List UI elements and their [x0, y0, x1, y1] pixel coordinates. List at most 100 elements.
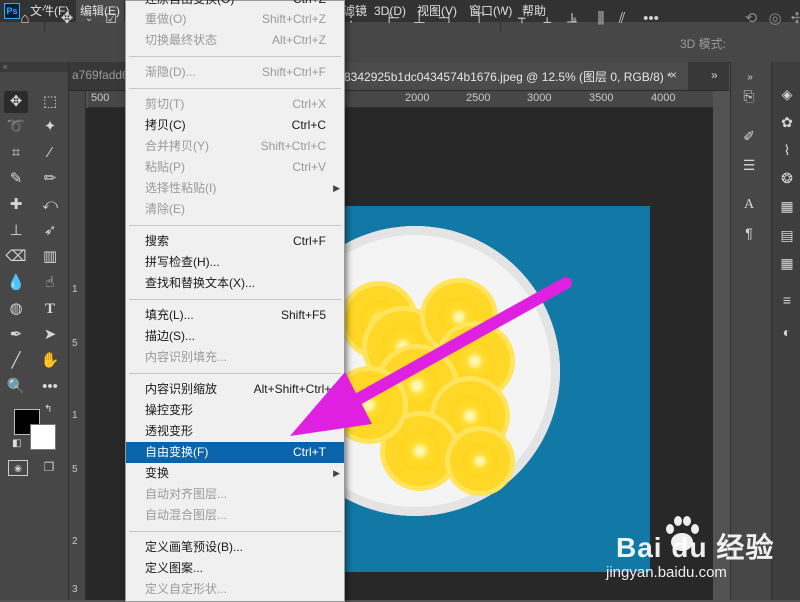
blur-tool-icon[interactable]: 💧 [4, 272, 28, 294]
panel-expand-icon[interactable]: » [739, 68, 761, 88]
paths-panel-icon[interactable]: ⌇ [776, 140, 798, 160]
more-options-icon[interactable]: ••• [640, 8, 662, 30]
checkbox-icon[interactable]: ☑ [100, 8, 122, 30]
menu-item-perspective-warp[interactable]: 透视变形 [126, 421, 344, 442]
lasso-tool-icon[interactable]: ➰ [4, 116, 28, 138]
healing-brush-tool-icon[interactable]: ✚ [4, 194, 28, 216]
menu-item-paste[interactable]: 粘贴(P) Ctrl+V [126, 157, 344, 178]
eyedropper-tool-icon[interactable]: ⁄ [38, 142, 62, 164]
tab-overflow-icon[interactable]: » [711, 68, 718, 82]
menu-separator [129, 373, 341, 374]
tab-close-icon[interactable]: × [670, 68, 677, 82]
menu-item-fill[interactable]: 填充(L)... Shift+F5 [126, 305, 344, 326]
line-tool-icon[interactable]: ╱ [4, 350, 28, 372]
align-top-icon[interactable]: ⊤ [468, 8, 490, 30]
history-brush-tool-icon[interactable]: ⤺ [38, 194, 62, 216]
color-panel-icon[interactable]: ❂ [776, 168, 798, 188]
move-tool-icon[interactable]: ✥ [4, 91, 28, 113]
move-tool-icon[interactable]: ✥ [56, 8, 78, 30]
patterns-panel-icon[interactable]: ▤ [776, 225, 798, 245]
menu-item-copy[interactable]: 拷贝(C) Ctrl+C [126, 115, 344, 136]
menu-item-define-custom-shape[interactable]: 定义自定形状... [126, 579, 344, 600]
menu-separator [129, 531, 341, 532]
ruler-tick-label: 3000 [527, 92, 552, 104]
smudge-tool-icon[interactable]: ☝ [38, 272, 62, 294]
hand-tool-icon[interactable]: ✋ [38, 350, 62, 372]
adjustment-layer-icon[interactable]: ◐ [776, 322, 798, 342]
3d-mode-label: 3D 模式: [680, 37, 727, 51]
menu-separator [129, 56, 341, 57]
swatches-panel-icon[interactable]: ▦ [776, 196, 798, 216]
adjustments-panel-icon[interactable]: ☰ [738, 155, 760, 175]
menu-item-cut[interactable]: 剪切(T) Ctrl+X [126, 94, 344, 115]
menu-item-find-replace-text[interactable]: 查找和替换文本(X)... [126, 273, 344, 294]
distribute-center-icon[interactable]: ⫠ [536, 8, 558, 30]
type-tool-icon[interactable]: T [38, 298, 62, 320]
tools-panel-collapse-icon[interactable]: « [0, 62, 68, 72]
pen-tool-icon[interactable]: ✒ [4, 324, 28, 346]
3d-roll-icon[interactable]: ◎ [764, 8, 786, 30]
menu-item-free-transform[interactable]: 自由变换(F) Ctrl+T [126, 442, 344, 463]
menu-item-clear[interactable]: 清除(E) [126, 199, 344, 220]
gradient-tool-icon[interactable]: ▥ [38, 246, 62, 268]
paragraph-panel-icon[interactable]: ¶ [738, 223, 760, 243]
menu-item-define-brush-preset[interactable]: 定义画笔预设(B)... [126, 537, 344, 558]
menu-item-auto-align-layers[interactable]: 自动对齐图层... [126, 484, 344, 505]
menu-item-check-spelling[interactable]: 拼写检查(H)... [126, 252, 344, 273]
history-panel-icon[interactable]: ⎘ [738, 86, 760, 106]
distribute-right-icon[interactable]: ⫽ [611, 8, 633, 30]
watermark-brand: Bai du 经验 [616, 532, 775, 563]
marquee-tool-icon[interactable]: ⬚ [38, 91, 62, 113]
more-tools-icon[interactable]: ••• [38, 376, 62, 398]
menu-item-puppet-warp[interactable]: 操控变形 [126, 400, 344, 421]
ruler-tick-label: 500 [91, 92, 110, 104]
swap-colors-icon[interactable]: ↰ [44, 404, 52, 415]
menu-item-toggle-last-state[interactable]: 切换最终状态 Alt+Ctrl+Z [126, 30, 344, 51]
3d-orbit-icon[interactable]: ⟲ [740, 8, 762, 30]
crop-tool-icon[interactable]: ⌗ [4, 142, 28, 164]
menu-item-define-pattern[interactable]: 定义图案... [126, 558, 344, 579]
align-left-icon[interactable]: ⊢ [383, 8, 405, 30]
zoom-tool-icon[interactable]: 🔍 [4, 376, 28, 398]
menu-item-paste-special[interactable]: 选择性粘贴(I) ▶ [126, 178, 344, 199]
ruler-tick-label: 2500 [466, 92, 491, 104]
magic-wand-tool-icon[interactable]: ✦ [38, 116, 62, 138]
path-selection-tool-icon[interactable]: ➤ [38, 324, 62, 346]
distribute-left-icon[interactable]: ⫼ [590, 8, 612, 30]
menu-item-fade[interactable]: 渐隐(D)... Shift+Ctrl+F [126, 62, 344, 83]
menu-item-content-aware-fill[interactable]: 内容识别填充... [126, 347, 344, 368]
art-history-brush-tool-icon[interactable]: ➶ [38, 220, 62, 242]
distribute-bottom-icon[interactable]: ⫡ [561, 8, 583, 30]
align-center-h-icon[interactable]: ⊥ [408, 8, 430, 30]
default-colors-icon[interactable]: ◧ [12, 438, 21, 449]
background-color-swatch[interactable] [30, 424, 56, 450]
home-icon[interactable]: ⌂ [14, 8, 36, 30]
menu-item-content-aware-scale[interactable]: 内容识别缩放 Alt+Shift+Ctrl+C [126, 379, 344, 400]
channels-panel-icon[interactable]: ✿ [776, 112, 798, 132]
menu-item-search[interactable]: 搜索 Ctrl+F [126, 231, 344, 252]
chevron-down-icon[interactable]: ⌄ [78, 8, 100, 30]
brush-tool-icon[interactable]: ✎ [4, 168, 28, 190]
menu-item-redo[interactable]: 重做(O) Shift+Ctrl+Z [126, 9, 344, 30]
screen-mode-icon[interactable]: ❐ [40, 460, 58, 474]
eraser-tool-icon[interactable]: ⌫ [4, 246, 28, 268]
pencil-tool-icon[interactable]: ✏ [38, 168, 62, 190]
menu-item-copy-merged[interactable]: 合并拷贝(Y) Shift+Ctrl+C [126, 136, 344, 157]
grid-panel-icon[interactable]: ▦ [776, 253, 798, 273]
ruler-tick-label: 3 [72, 584, 78, 595]
3d-pan-icon[interactable]: ✣ [786, 8, 800, 30]
sponge-tool-icon[interactable]: ◍ [4, 298, 28, 320]
menu-item-auto-blend-layers[interactable]: 自动混合图层... [126, 505, 344, 526]
align-right-icon[interactable]: ⊣ [433, 8, 455, 30]
menu-item-transform[interactable]: 变换 ▶ [126, 463, 344, 484]
tab-document-left[interactable]: a769fadd6 [72, 68, 129, 82]
properties-panel-icon[interactable]: ≡ [776, 290, 798, 310]
character-panel-icon[interactable]: A [738, 195, 760, 215]
clone-stamp-tool-icon[interactable]: ⊥ [4, 220, 28, 242]
quick-mask-icon[interactable]: ◉ [8, 460, 28, 476]
distribute-top-icon[interactable]: ⫟ [511, 8, 533, 30]
brush-settings-panel-icon[interactable]: ✐ [738, 126, 760, 146]
menu-item-stroke[interactable]: 描边(S)... [126, 326, 344, 347]
layers-panel-icon[interactable]: ◈ [776, 84, 798, 104]
document-canvas[interactable] [344, 206, 650, 572]
